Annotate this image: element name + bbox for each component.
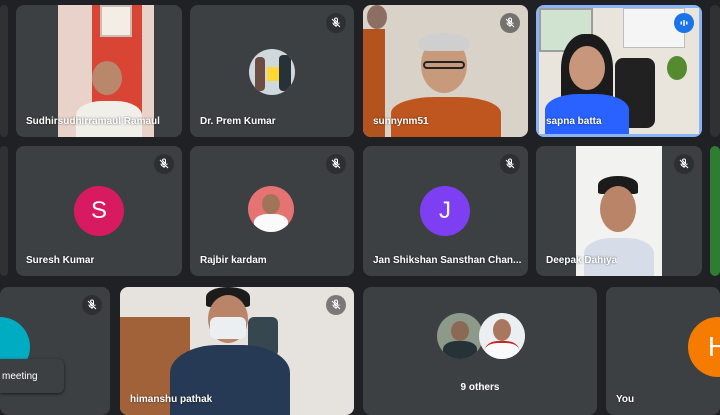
avatar-initial: S bbox=[74, 186, 124, 236]
plant bbox=[667, 56, 687, 80]
participant-tile-sapna-batta[interactable]: sapna batta bbox=[536, 5, 702, 137]
others-tile[interactable]: 9 others bbox=[363, 287, 597, 415]
participant-tile-sunnynm51[interactable]: sunnynm51 bbox=[363, 5, 528, 137]
window bbox=[100, 5, 132, 37]
partial-tile-left-row2 bbox=[0, 146, 8, 276]
partial-tile-right-row1 bbox=[710, 5, 720, 137]
participant-tile-deepak-dahiya[interactable]: Deepak Dahiya bbox=[536, 146, 702, 276]
mic-off-icon bbox=[500, 154, 520, 174]
speaking-indicator-icon bbox=[674, 13, 694, 33]
participant-tile-suresh-kumar[interactable]: S Suresh Kumar bbox=[16, 146, 182, 276]
participant-name: Jan Shikshan Sansthan Chan... bbox=[373, 255, 522, 266]
mic-off-icon bbox=[326, 13, 346, 33]
others-avatar-2 bbox=[479, 313, 525, 359]
meeting-tooltip: meeting bbox=[0, 359, 64, 393]
mic-off-icon bbox=[154, 154, 174, 174]
person-head bbox=[600, 186, 636, 232]
mic-off-icon bbox=[500, 13, 520, 33]
participant-tile-jan-shikshan[interactable]: J Jan Shikshan Sansthan Chan... bbox=[363, 146, 528, 276]
avatar bbox=[248, 186, 294, 232]
mic-off-icon bbox=[674, 154, 694, 174]
avatar-initial: J bbox=[420, 186, 470, 236]
partial-tile-right-row2 bbox=[710, 146, 720, 276]
shelf-item bbox=[367, 5, 387, 29]
participant-tile-sudhir[interactable]: Sudhirsudhirramaul Ramaul bbox=[16, 5, 182, 137]
mic-off-icon bbox=[82, 295, 102, 315]
participant-tile-rajbir-kardam[interactable]: Rajbir kardam bbox=[190, 146, 354, 276]
mic-off-icon bbox=[326, 295, 346, 315]
participant-name: sunnynm51 bbox=[373, 116, 429, 127]
glasses bbox=[423, 61, 465, 69]
participant-name: You bbox=[616, 394, 635, 405]
participant-tile-himanshu-pathak[interactable]: himanshu pathak bbox=[120, 287, 354, 415]
participant-name: sapna batta bbox=[546, 116, 602, 127]
avatar-initial: H bbox=[688, 317, 720, 377]
partial-tile-left-row3[interactable] bbox=[0, 287, 110, 415]
person-head bbox=[569, 46, 605, 90]
participant-tile-prem-kumar[interactable]: Dr. Prem Kumar bbox=[190, 5, 354, 137]
avatar bbox=[249, 49, 295, 95]
others-count: 9 others bbox=[460, 382, 500, 393]
person-body bbox=[545, 94, 629, 134]
participant-name: Deepak Dahiya bbox=[546, 255, 618, 266]
participant-name: Dr. Prem Kumar bbox=[200, 116, 276, 127]
participant-name: Rajbir kardam bbox=[200, 255, 267, 266]
participant-tile-you[interactable]: H You bbox=[606, 287, 720, 415]
mic-off-icon bbox=[326, 154, 346, 174]
others-avatar-1 bbox=[437, 313, 483, 359]
participant-name: himanshu pathak bbox=[130, 394, 213, 405]
participant-name: Sudhirsudhirramaul Ramaul bbox=[26, 116, 160, 127]
face-mask bbox=[210, 317, 246, 339]
partial-tile-left-row1 bbox=[0, 5, 8, 137]
person-head bbox=[92, 61, 122, 95]
hair bbox=[419, 33, 469, 51]
participant-name: Suresh Kumar bbox=[26, 255, 95, 266]
